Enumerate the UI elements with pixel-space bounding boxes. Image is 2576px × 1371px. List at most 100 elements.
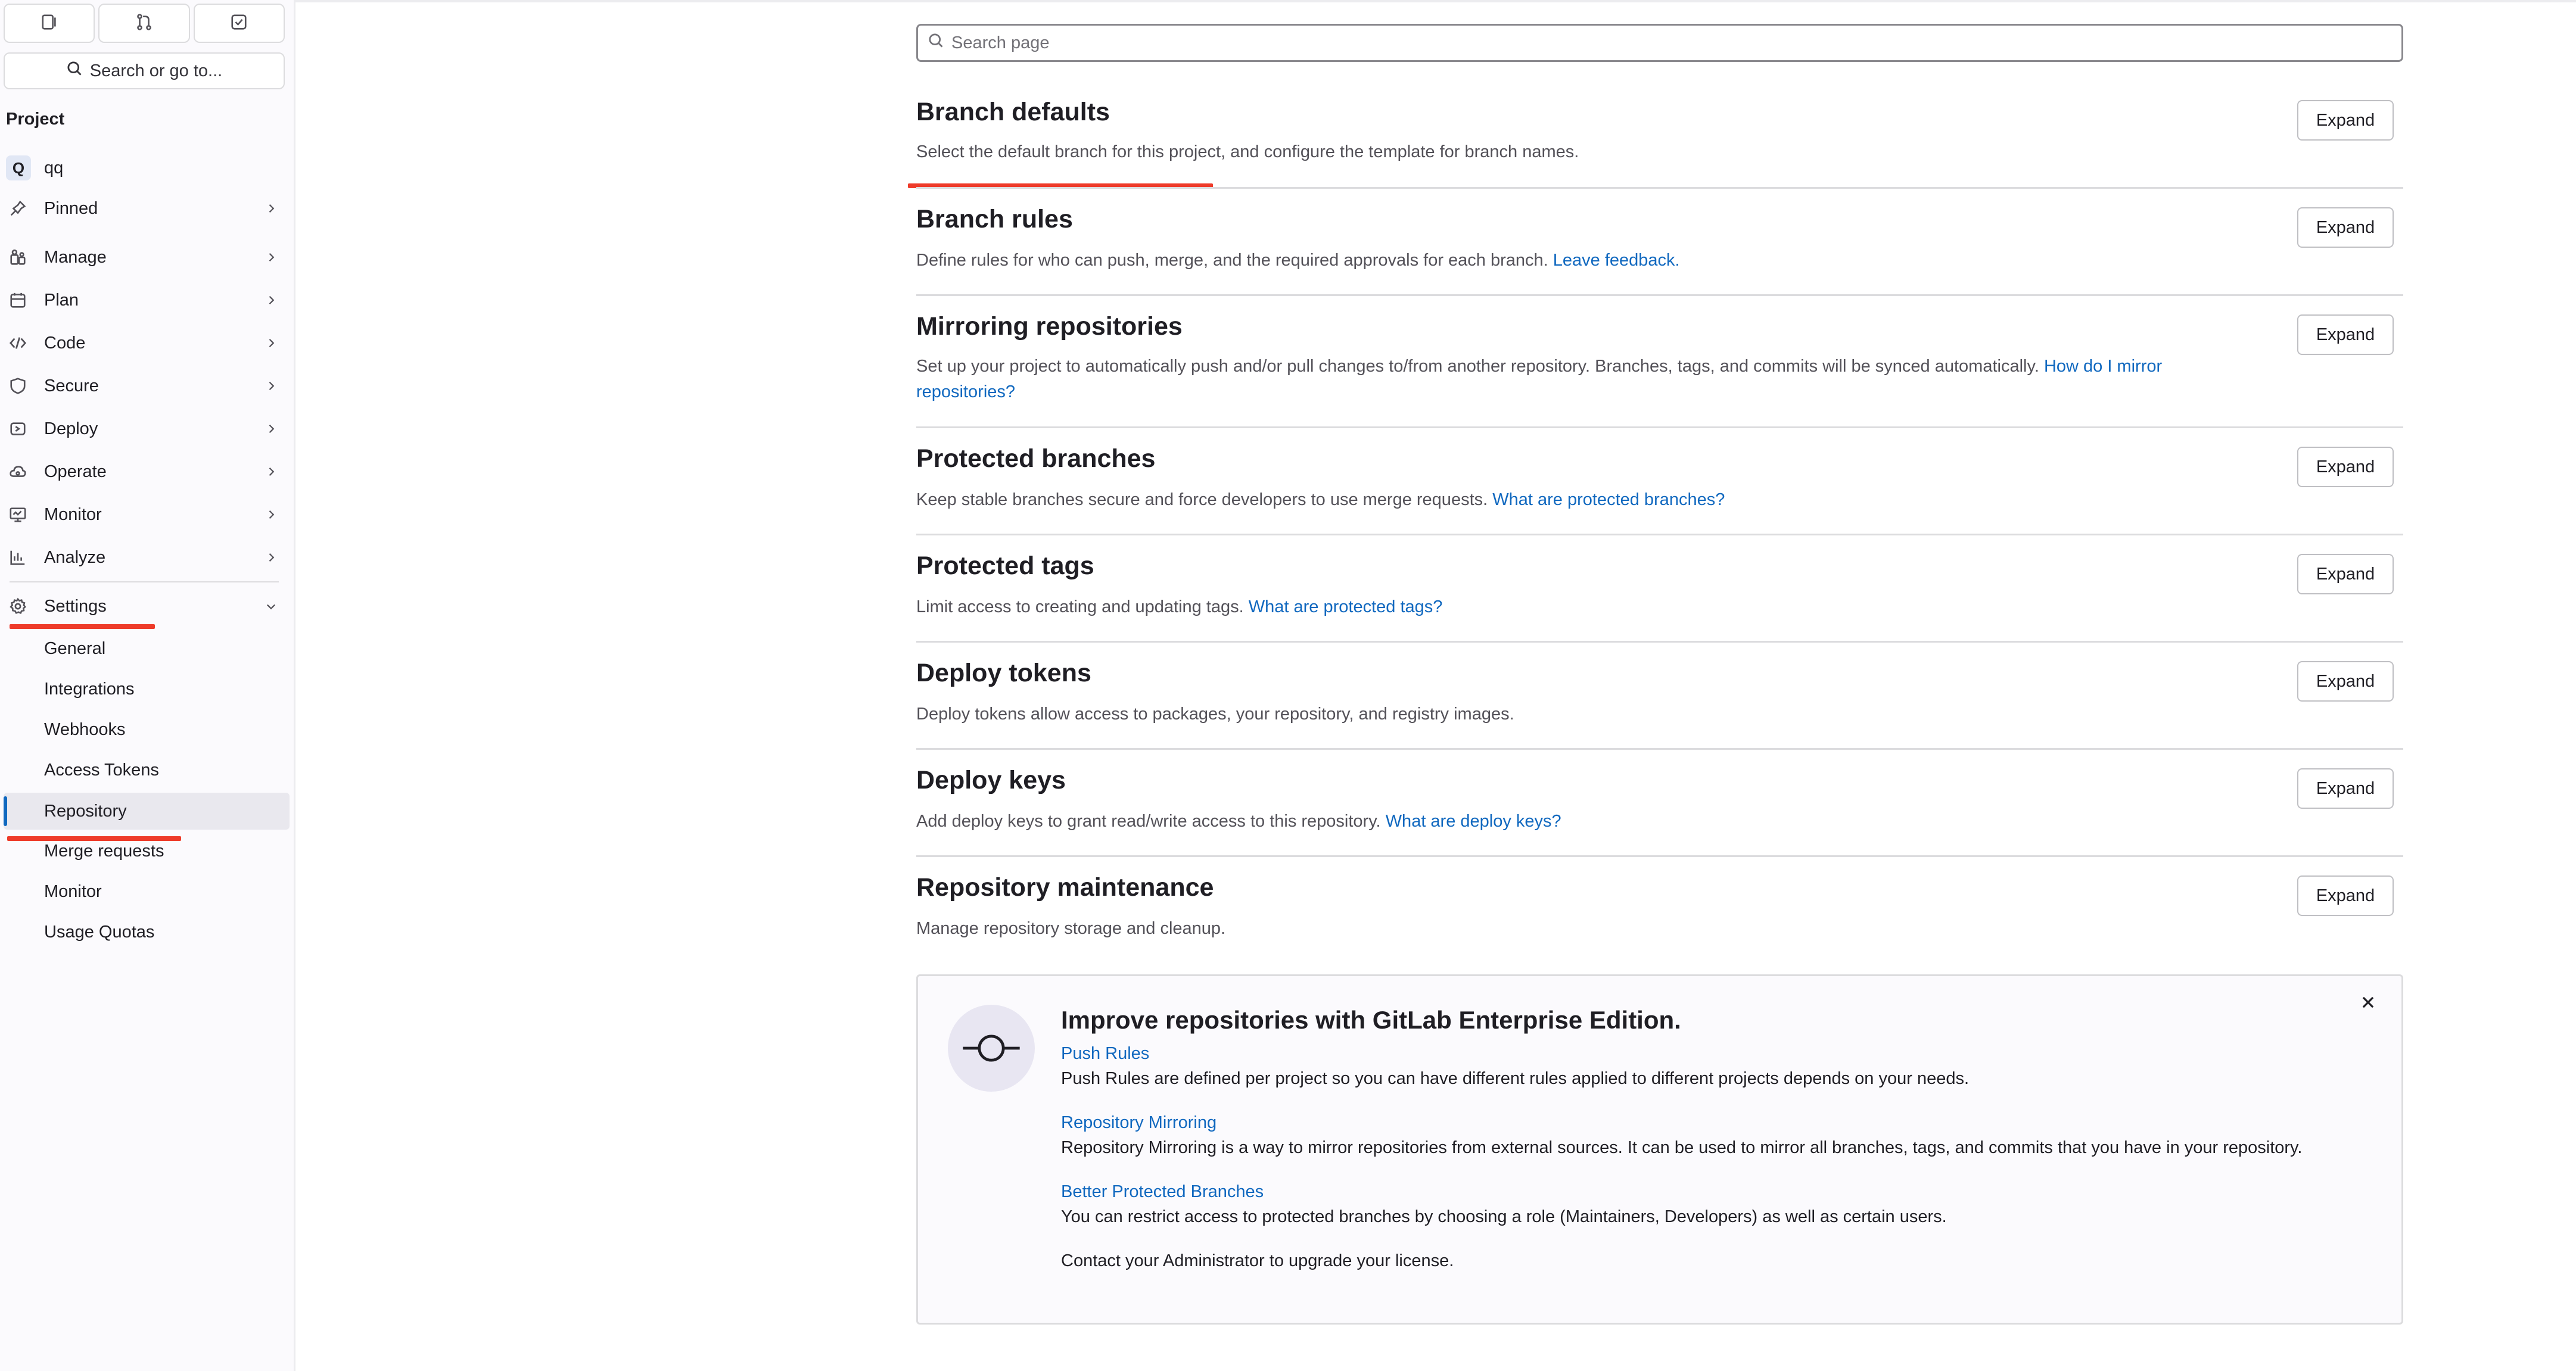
section-description: Keep stable branches secure and force de…: [916, 487, 2263, 513]
leave-feedback-link[interactable]: Leave feedback.: [1553, 251, 1680, 270]
settings-item-merge-requests[interactable]: Merge requests: [4, 833, 290, 870]
repository-mirroring-link[interactable]: Repository Mirroring: [1061, 1113, 1217, 1133]
expand-button[interactable]: Expand: [2297, 554, 2394, 594]
promo-title: Improve repositories with GitLab Enterpr…: [1061, 1006, 1681, 1034]
expand-button[interactable]: Expand: [2297, 768, 2394, 809]
project-avatar: Q: [6, 155, 31, 180]
expand-button[interactable]: Expand: [2297, 875, 2394, 916]
settings-item-label: Merge requests: [44, 841, 164, 861]
better-protected-branches-description: You can restrict access to protected bra…: [1061, 1207, 1947, 1226]
pin-icon: [6, 197, 30, 220]
sidebar-item-manage[interactable]: Manage: [6, 241, 280, 274]
section-title: Deploy keys: [916, 766, 1066, 794]
section-divider: [916, 426, 2403, 428]
section-description: Manage repository storage and cleanup.: [916, 916, 2263, 942]
sidebar-item-monitor[interactable]: Monitor: [6, 498, 280, 531]
close-icon[interactable]: [2356, 990, 2380, 1014]
section-divider: [916, 187, 2403, 189]
sidebar-item-settings[interactable]: Settings: [6, 590, 280, 623]
section-title: Mirroring repositories: [916, 312, 1183, 341]
sidebar-item-pinned[interactable]: Pinned: [6, 192, 280, 225]
settings-item-integrations[interactable]: Integrations: [4, 671, 290, 708]
sidebar-item-analyze[interactable]: Analyze: [6, 541, 280, 574]
settings-item-access-tokens[interactable]: Access Tokens: [4, 752, 290, 789]
expand-button[interactable]: Expand: [2297, 661, 2394, 702]
settings-item-label: Integrations: [44, 679, 135, 699]
cloud-icon: [6, 460, 30, 484]
sidebar-item-label: Secure: [44, 376, 99, 395]
expand-button[interactable]: Expand: [2297, 207, 2394, 248]
better-protected-branches-link[interactable]: Better Protected Branches: [1061, 1182, 1264, 1202]
sidebar-divider: [10, 581, 279, 582]
gear-icon: [6, 594, 30, 618]
top-border: [295, 0, 2576, 2]
section-divider: [916, 294, 2403, 296]
sidebar-item-label: Manage: [44, 247, 107, 267]
section-description: Set up your project to automatically pus…: [916, 354, 2263, 405]
enterprise-promo-card: Improve repositories with GitLab Enterpr…: [916, 974, 2403, 1325]
settings-item-label: Webhooks: [44, 719, 126, 739]
section-description: Deploy tokens allow access to packages, …: [916, 702, 2263, 727]
deploy-keys-help-link[interactable]: What are deploy keys?: [1386, 812, 1561, 831]
protected-branches-help-link[interactable]: What are protected branches?: [1492, 490, 1725, 509]
expand-button[interactable]: Expand: [2297, 314, 2394, 355]
search-page-input[interactable]: Search page: [916, 24, 2403, 62]
sidebar-item-label: Operate: [44, 462, 107, 481]
section-description: Limit access to creating and updating ta…: [916, 594, 2263, 620]
issues-icon: [41, 13, 58, 34]
settings-item-usage-quotas[interactable]: Usage Quotas: [4, 914, 290, 951]
section-description-text: Manage repository storage and cleanup.: [916, 919, 1226, 938]
project-name: qq: [44, 158, 64, 177]
settings-item-general[interactable]: General: [4, 630, 290, 667]
sidebar-section-heading: Project: [6, 110, 65, 129]
sidebar-top-buttons: [4, 4, 285, 43]
sidebar-item-operate[interactable]: Operate: [6, 455, 280, 488]
sidebar-item-label: Settings: [44, 596, 107, 616]
sidebar-project-link[interactable]: Q qq: [6, 154, 63, 182]
code-icon: [6, 331, 30, 355]
sidebar-item-secure[interactable]: Secure: [6, 369, 280, 403]
section-description-text: Set up your project to automatically pus…: [916, 357, 2044, 376]
settings-item-label: Usage Quotas: [44, 922, 155, 942]
protected-tags-help-link[interactable]: What are protected tags?: [1249, 597, 1443, 616]
push-rules-link[interactable]: Push Rules: [1061, 1044, 1149, 1064]
section-divider: [916, 855, 2403, 857]
chevron-down-icon: [262, 597, 280, 615]
section-description-text: Define rules for who can push, merge, an…: [916, 251, 1553, 270]
section-description-text: Limit access to creating and updating ta…: [916, 597, 1249, 616]
settings-item-webhooks[interactable]: Webhooks: [4, 711, 290, 748]
settings-item-label: General: [44, 638, 106, 658]
sidebar-item-label: Analyze: [44, 547, 106, 567]
sidebar-item-deploy[interactable]: Deploy: [6, 412, 280, 445]
users-icon: [6, 245, 30, 269]
chevron-right-icon: [262, 549, 280, 566]
chevron-right-icon: [262, 377, 280, 395]
expand-button[interactable]: Expand: [2297, 447, 2394, 487]
chevron-right-icon: [262, 420, 280, 438]
settings-item-repository[interactable]: Repository: [4, 793, 290, 830]
commit-illustration-icon: [948, 1005, 1035, 1092]
sidebar-item-code[interactable]: Code: [6, 326, 280, 360]
sidebar-item-label: Pinned: [44, 198, 98, 218]
promo-footer: Contact your Administrator to upgrade yo…: [1061, 1251, 1454, 1270]
search-or-go-to-button[interactable]: Search or go to...: [4, 52, 285, 89]
section-title: Branch rules: [916, 205, 1073, 233]
section-title: Protected branches: [916, 444, 1156, 473]
annotation-underline-settings: [10, 624, 155, 629]
issues-button[interactable]: [4, 4, 95, 43]
sidebar-item-plan[interactable]: Plan: [6, 283, 280, 317]
sidebar-item-label: Deploy: [44, 419, 98, 438]
settings-item-monitor[interactable]: Monitor: [4, 873, 290, 910]
monitor-icon: [6, 503, 30, 526]
shield-icon: [6, 374, 30, 398]
sidebar-item-label: Plan: [44, 290, 79, 310]
section-description: Define rules for who can push, merge, an…: [916, 248, 2263, 273]
chevron-right-icon: [262, 463, 280, 481]
todos-button[interactable]: [193, 4, 285, 43]
expand-button[interactable]: Expand: [2297, 100, 2394, 141]
section-description: Select the default branch for this proje…: [916, 139, 2263, 165]
merge-requests-button[interactable]: [98, 4, 190, 43]
todo-icon: [230, 13, 248, 34]
section-description-text: Deploy tokens allow access to packages, …: [916, 705, 1514, 724]
sidebar: Search or go to... Project Q qq Pinned M…: [0, 0, 295, 1371]
